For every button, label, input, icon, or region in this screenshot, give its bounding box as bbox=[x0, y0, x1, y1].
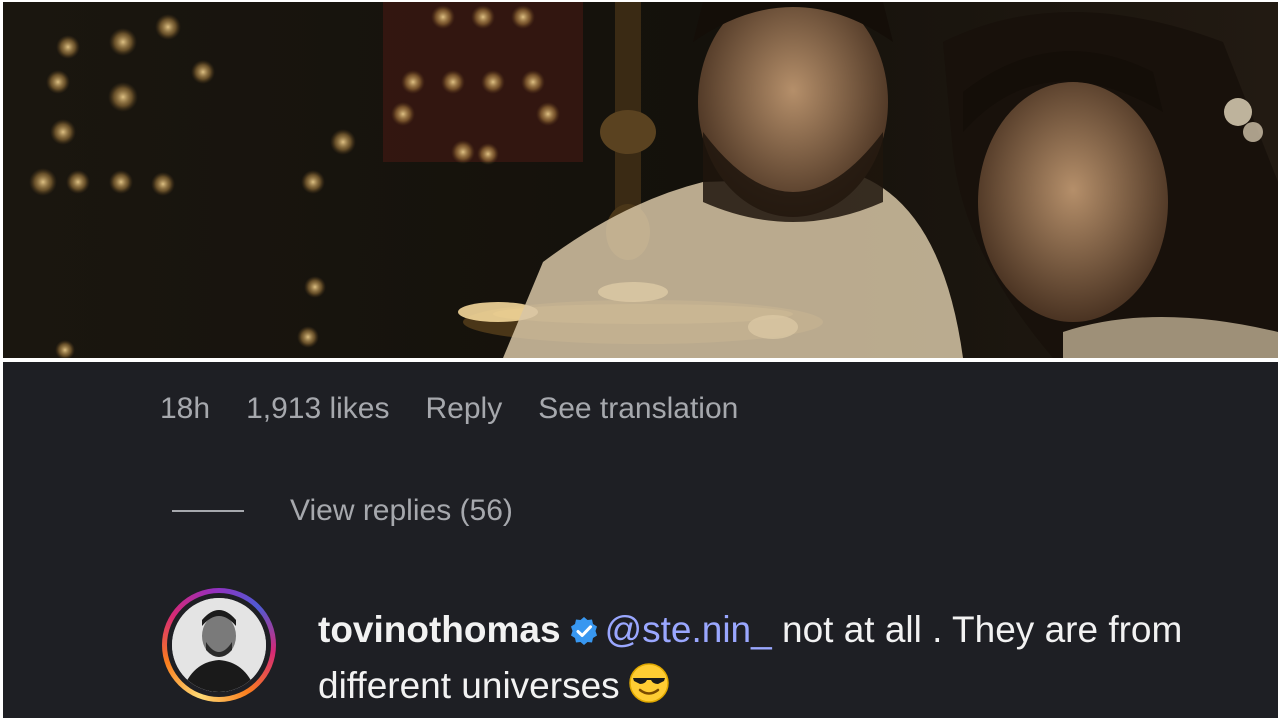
avatar[interactable] bbox=[162, 588, 276, 702]
reply-comment: tovinothomas @ste.nin_ not at all . They … bbox=[318, 604, 1268, 718]
comment-timestamp: 18h bbox=[160, 392, 211, 425]
comment-username[interactable]: tovinothomas bbox=[318, 609, 561, 650]
reply-button[interactable]: Reply bbox=[426, 392, 503, 426]
view-replies-label: View replies (56) bbox=[290, 494, 513, 527]
film-still-image bbox=[3, 2, 1278, 358]
comment-likes-count[interactable]: 1,913 likes bbox=[246, 392, 389, 426]
avatar-image bbox=[172, 598, 266, 692]
replies-divider-line bbox=[172, 510, 244, 512]
verified-badge-icon bbox=[569, 608, 599, 660]
see-translation-button[interactable]: See translation bbox=[538, 392, 738, 426]
comment-text-line1: not at all . They are from bbox=[771, 609, 1183, 650]
sunglasses-emoji-icon bbox=[628, 662, 670, 718]
view-replies-button[interactable]: View replies (56) bbox=[172, 494, 513, 528]
comment-text-line2: different universes bbox=[318, 665, 620, 706]
comment-meta-row: 18h 1,913 likes Reply See translation bbox=[160, 392, 738, 426]
mention-link[interactable]: @ste.nin_ bbox=[605, 609, 772, 650]
